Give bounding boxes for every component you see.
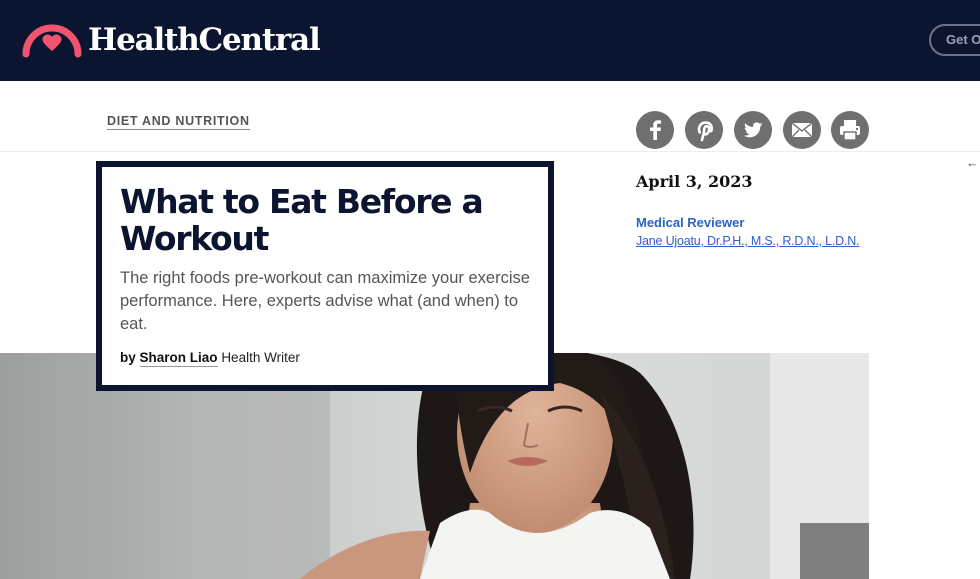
twitter-icon: [744, 122, 763, 138]
email-share-button[interactable]: [783, 111, 821, 149]
headline-card: What to Eat Before a Workout The right f…: [96, 161, 554, 391]
publish-date: April 3, 2023: [636, 172, 753, 191]
byline: by Sharon Liao Health Writer: [120, 350, 300, 367]
facebook-share-button[interactable]: [636, 111, 674, 149]
pinterest-icon: [697, 121, 714, 142]
logo-wordmark: HealthCentral: [88, 22, 321, 58]
get-cta-button[interactable]: Get O: [929, 24, 980, 56]
arrow-left-icon[interactable]: ←: [966, 155, 979, 170]
headline-card-inner: What to Eat Before a Workout The right f…: [102, 167, 548, 385]
category-link[interactable]: DIET AND NUTRITION: [107, 114, 250, 130]
medical-reviewer-label: Medical Reviewer: [636, 215, 745, 230]
article-dek: The right foods pre-workout can maximize…: [120, 269, 530, 333]
email-icon: [791, 122, 813, 138]
divider: [0, 151, 980, 152]
print-icon: [840, 120, 860, 141]
author-role: Health Writer: [221, 350, 300, 365]
facebook-icon: [650, 120, 661, 140]
print-share-button[interactable]: [831, 111, 869, 149]
byline-prefix: by: [120, 350, 136, 365]
twitter-share-button[interactable]: [734, 111, 772, 149]
pinterest-share-button[interactable]: [685, 111, 723, 149]
site-logo[interactable]: HealthCentral: [22, 20, 321, 60]
medical-reviewer-link[interactable]: Jane Ujoatu, Dr.P.H., M.S., R.D.N., L.D.…: [636, 234, 860, 248]
heart-arch-logo-icon: [22, 24, 82, 58]
article-title: What to Eat Before a Workout: [120, 182, 484, 258]
author-link[interactable]: Sharon Liao: [139, 350, 218, 367]
site-header: HealthCentral Get O: [0, 0, 980, 81]
